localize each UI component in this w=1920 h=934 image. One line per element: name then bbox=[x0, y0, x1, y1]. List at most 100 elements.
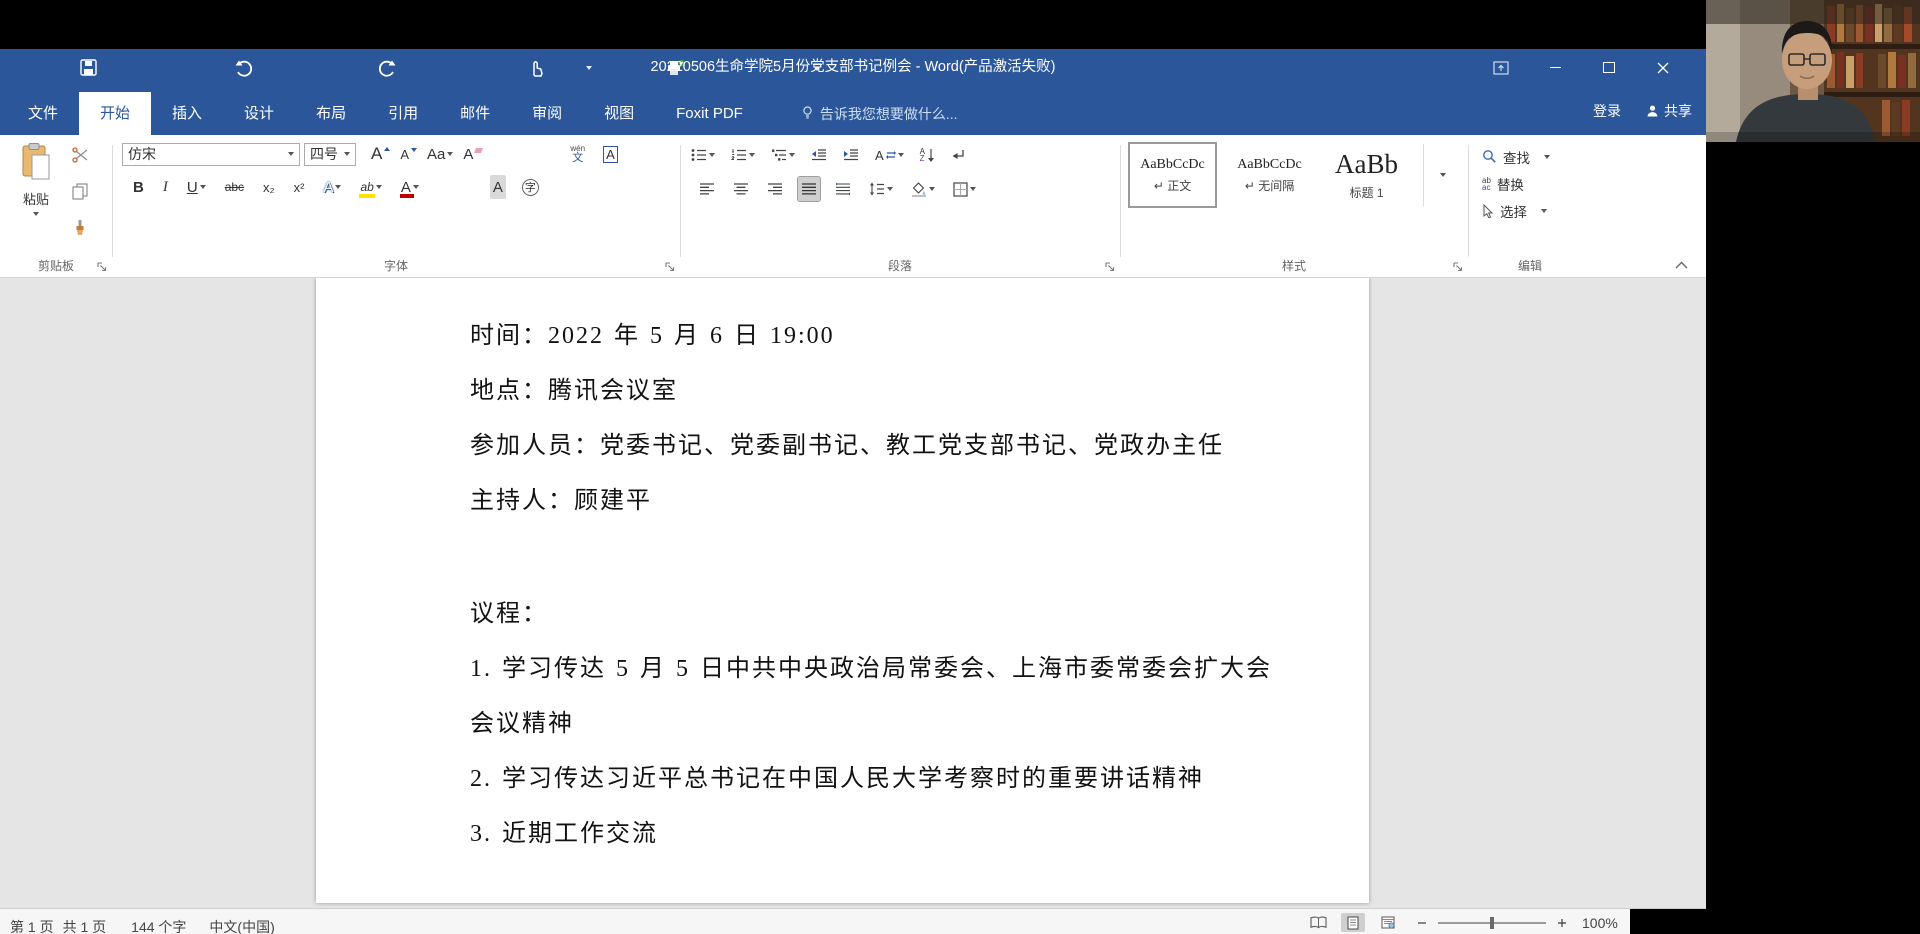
document-line[interactable]: 主持人：顾建平 bbox=[470, 480, 652, 515]
subscript-button[interactable]: x₂ bbox=[260, 175, 278, 199]
document-line[interactable]: 议程： bbox=[470, 593, 548, 628]
line-spacing-button[interactable] bbox=[866, 177, 896, 201]
redo-button[interactable] bbox=[378, 58, 398, 78]
customize-qat-button[interactable] bbox=[811, 58, 823, 78]
asian-layout-button[interactable]: A bbox=[872, 143, 907, 167]
status-page-number[interactable]: 第 1 页 bbox=[10, 917, 54, 934]
sign-in-link[interactable]: 登录 bbox=[1593, 101, 1621, 121]
document-line[interactable]: 2. 学习传达习近平总书记在中国人民大学考察时的重要讲话精神 bbox=[470, 758, 1204, 793]
document-line[interactable]: 3. 近期工作交流 bbox=[470, 813, 658, 848]
tab-design[interactable]: 设计 bbox=[223, 92, 295, 135]
document-line[interactable]: 1. 学习传达 5 月 5 日中共中央政治局常委会、上海市委常委会扩大会 bbox=[470, 648, 1272, 683]
document-line[interactable]: 地点：腾讯会议室 bbox=[470, 370, 678, 405]
italic-button[interactable]: I bbox=[160, 175, 171, 199]
superscript-button[interactable]: x² bbox=[291, 175, 308, 199]
tab-references[interactable]: 引用 bbox=[367, 92, 439, 135]
save-button[interactable] bbox=[78, 58, 98, 78]
replace-button[interactable]: ab ac 替换 bbox=[1482, 170, 1550, 197]
style-heading1[interactable]: AaBb 标题 1 bbox=[1324, 144, 1409, 206]
styles-dialog-launcher[interactable] bbox=[1453, 262, 1463, 272]
zoom-slider[interactable] bbox=[1438, 916, 1546, 929]
status-word-count[interactable]: 144 个字 bbox=[131, 917, 186, 934]
character-shading-button[interactable]: A bbox=[489, 175, 506, 199]
touch-mouse-mode-button[interactable] bbox=[526, 58, 546, 78]
style-no-spacing[interactable]: AaBbCcDc ↵ 无间隔 bbox=[1227, 144, 1312, 206]
maximize-button[interactable] bbox=[1582, 49, 1636, 86]
underline-button[interactable]: U bbox=[184, 175, 209, 199]
align-left-button[interactable] bbox=[696, 177, 718, 201]
tab-home[interactable]: 开始 bbox=[79, 92, 152, 135]
collapse-ribbon-button[interactable] bbox=[1675, 261, 1688, 269]
tab-insert[interactable]: 插入 bbox=[151, 92, 223, 135]
web-layout-button[interactable] bbox=[1376, 913, 1400, 932]
minimize-button[interactable] bbox=[1528, 49, 1582, 86]
highlight-color-button[interactable]: ab bbox=[357, 175, 384, 199]
touch-mode-dropdown[interactable] bbox=[584, 58, 594, 78]
shading-button[interactable] bbox=[908, 177, 938, 201]
justify-button[interactable] bbox=[797, 176, 821, 202]
styles-gallery-more-button[interactable] bbox=[1436, 144, 1450, 206]
cut-button[interactable] bbox=[72, 147, 89, 163]
status-page-total[interactable]: 共 1 页 bbox=[63, 917, 107, 934]
share-button[interactable]: 共享 bbox=[1647, 101, 1692, 121]
font-dialog-launcher[interactable] bbox=[665, 262, 675, 272]
font-size-value: 四号 bbox=[310, 146, 338, 162]
print-layout-button[interactable] bbox=[1341, 913, 1365, 932]
chevron-down-icon bbox=[1440, 173, 1446, 177]
change-case-button[interactable]: Aa bbox=[424, 142, 456, 166]
shrink-font-button[interactable]: A bbox=[397, 142, 420, 166]
character-border-button[interactable]: A bbox=[600, 142, 621, 166]
format-painter-button[interactable] bbox=[72, 219, 88, 236]
decrease-indent-icon bbox=[811, 148, 827, 162]
document-line[interactable]: 会议精神 bbox=[470, 703, 574, 738]
document-line[interactable]: 时间：2022 年 5 月 6 日 19:00 bbox=[470, 315, 835, 350]
numbering-button[interactable] bbox=[728, 143, 758, 167]
tab-foxit-pdf[interactable]: Foxit PDF bbox=[655, 92, 764, 135]
align-center-button[interactable] bbox=[730, 177, 752, 201]
distribute-button[interactable] bbox=[832, 177, 854, 201]
tab-mailings[interactable]: 邮件 bbox=[439, 92, 511, 135]
font-size-combo[interactable]: 四号 bbox=[304, 142, 356, 166]
read-mode-button[interactable] bbox=[1306, 913, 1330, 932]
enclose-characters-button[interactable]: 字 bbox=[519, 175, 542, 199]
zoom-out-button[interactable] bbox=[1417, 918, 1427, 928]
close-button[interactable] bbox=[1636, 49, 1690, 86]
borders-button[interactable] bbox=[950, 177, 979, 201]
zoom-slider-thumb[interactable] bbox=[1489, 916, 1494, 929]
undo-button[interactable] bbox=[233, 58, 253, 78]
document-page[interactable]: 时间：2022 年 5 月 6 日 19:00 地点：腾讯会议室 参加人员：党委… bbox=[316, 278, 1369, 903]
sort-button[interactable]: AZ bbox=[917, 143, 938, 167]
grow-font-button[interactable]: A bbox=[368, 142, 393, 166]
clear-formatting-button[interactable]: A bbox=[460, 142, 485, 166]
text-effects-button[interactable]: A bbox=[320, 175, 344, 199]
status-language[interactable]: 中文(中国) bbox=[209, 917, 274, 934]
font-name-combo[interactable]: 仿宋 bbox=[122, 142, 300, 166]
clipboard-dialog-launcher[interactable] bbox=[97, 262, 107, 272]
zoom-percentage[interactable]: 100% bbox=[1582, 915, 1618, 931]
phonetic-guide-button[interactable]: wén 文 bbox=[567, 141, 588, 167]
find-button[interactable]: 查找 bbox=[1482, 143, 1550, 170]
bullets-button[interactable] bbox=[688, 143, 718, 167]
tab-file[interactable]: 文件 bbox=[7, 92, 79, 135]
ribbon-display-options-button[interactable] bbox=[1474, 49, 1528, 86]
tab-view[interactable]: 视图 bbox=[583, 92, 655, 135]
select-button[interactable]: 选择 bbox=[1482, 197, 1550, 224]
strikethrough-button[interactable]: abc bbox=[222, 175, 247, 199]
zoom-in-button[interactable] bbox=[1557, 918, 1567, 928]
tab-layout[interactable]: 布局 bbox=[295, 92, 367, 135]
style-normal[interactable]: AaBbCcDc ↵ 正文 bbox=[1128, 142, 1217, 208]
paragraph-dialog-launcher[interactable] bbox=[1105, 262, 1115, 272]
increase-indent-button[interactable] bbox=[840, 143, 862, 167]
multilevel-list-button[interactable] bbox=[768, 143, 798, 167]
print-preview-button[interactable] bbox=[666, 58, 686, 78]
copy-button[interactable] bbox=[72, 183, 88, 200]
show-hide-marks-button[interactable] bbox=[948, 143, 969, 167]
font-color-button[interactable]: A bbox=[398, 175, 422, 199]
decrease-indent-button[interactable] bbox=[808, 143, 830, 167]
bold-button[interactable]: B bbox=[130, 175, 147, 199]
document-line[interactable]: 参加人员：党委书记、党委副书记、教工党支部书记、党政办主任 bbox=[470, 425, 1224, 460]
align-right-button[interactable] bbox=[764, 177, 786, 201]
tab-review[interactable]: 审阅 bbox=[511, 92, 583, 135]
tell-me-box[interactable]: 告诉我您想要做什么... bbox=[802, 92, 958, 135]
paste-button[interactable]: 粘贴 bbox=[10, 143, 62, 216]
